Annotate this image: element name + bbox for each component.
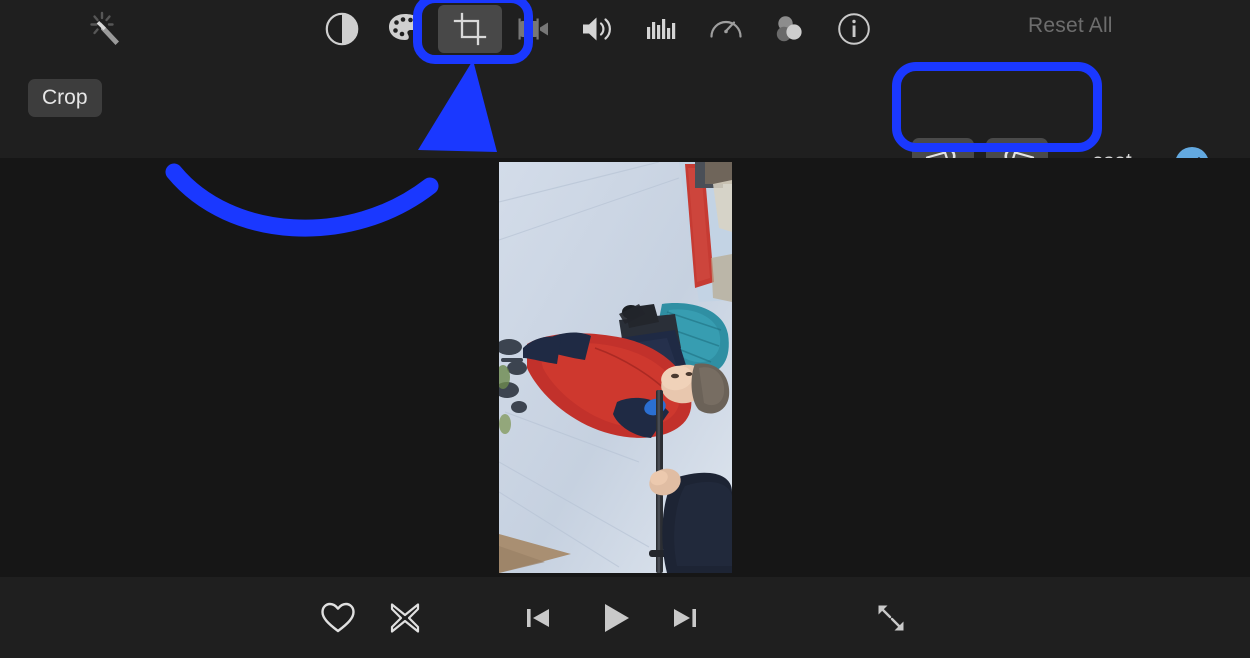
favorite-button[interactable]	[313, 593, 363, 643]
equalizer-bars-icon	[642, 10, 682, 48]
crop-icon	[451, 10, 489, 48]
adjustment-crop-button[interactable]	[438, 5, 502, 53]
auto-enhance-button[interactable]	[84, 6, 132, 52]
diagonal-expand-arrows-icon	[873, 600, 909, 636]
photo-preview[interactable]	[499, 162, 732, 573]
crop-subtoolbar: Crop	[0, 57, 1250, 181]
play-triangle-icon	[596, 599, 634, 637]
adjustment-info-button[interactable]	[822, 5, 886, 53]
playback-bar	[0, 577, 1250, 658]
heart-icon	[320, 601, 356, 635]
photo-canvas	[0, 158, 1250, 577]
video-camera-icon	[514, 10, 554, 48]
adjustment-color-button[interactable]	[374, 5, 438, 53]
editor-toolbar: Reset All Crop	[0, 0, 1250, 181]
color-palette-icon	[386, 10, 426, 48]
skip-forward-icon	[669, 602, 701, 634]
adjustment-icon-group	[310, 5, 886, 53]
adjustment-white-balance-button[interactable]	[758, 5, 822, 53]
adjustment-speed-button[interactable]	[694, 5, 758, 53]
magic-wand-icon	[86, 7, 130, 51]
speedometer-icon	[706, 10, 746, 48]
adjustment-tool-row: Reset All	[0, 0, 1250, 57]
adjustment-video-button[interactable]	[502, 5, 566, 53]
speaker-volume-icon	[578, 10, 618, 48]
adjustment-audio-button[interactable]	[566, 5, 630, 53]
reset-all-button[interactable]: Reset All	[1028, 14, 1113, 38]
color-circles-icon	[770, 10, 810, 48]
play-button[interactable]	[590, 593, 640, 643]
x-cross-icon	[388, 601, 422, 635]
photo-image	[499, 162, 732, 573]
adjustment-levels-button[interactable]	[630, 5, 694, 53]
info-circle-icon	[835, 10, 873, 48]
contrast-circle-icon	[323, 10, 361, 48]
previous-button[interactable]	[513, 593, 563, 643]
skip-back-icon	[522, 602, 554, 634]
photos-editor-window: Reset All Crop	[0, 0, 1250, 658]
fullscreen-button[interactable]	[866, 593, 916, 643]
adjustment-light-button[interactable]	[310, 5, 374, 53]
next-button[interactable]	[660, 593, 710, 643]
reject-button[interactable]	[380, 593, 430, 643]
crop-mode-chip[interactable]: Crop	[28, 79, 102, 117]
